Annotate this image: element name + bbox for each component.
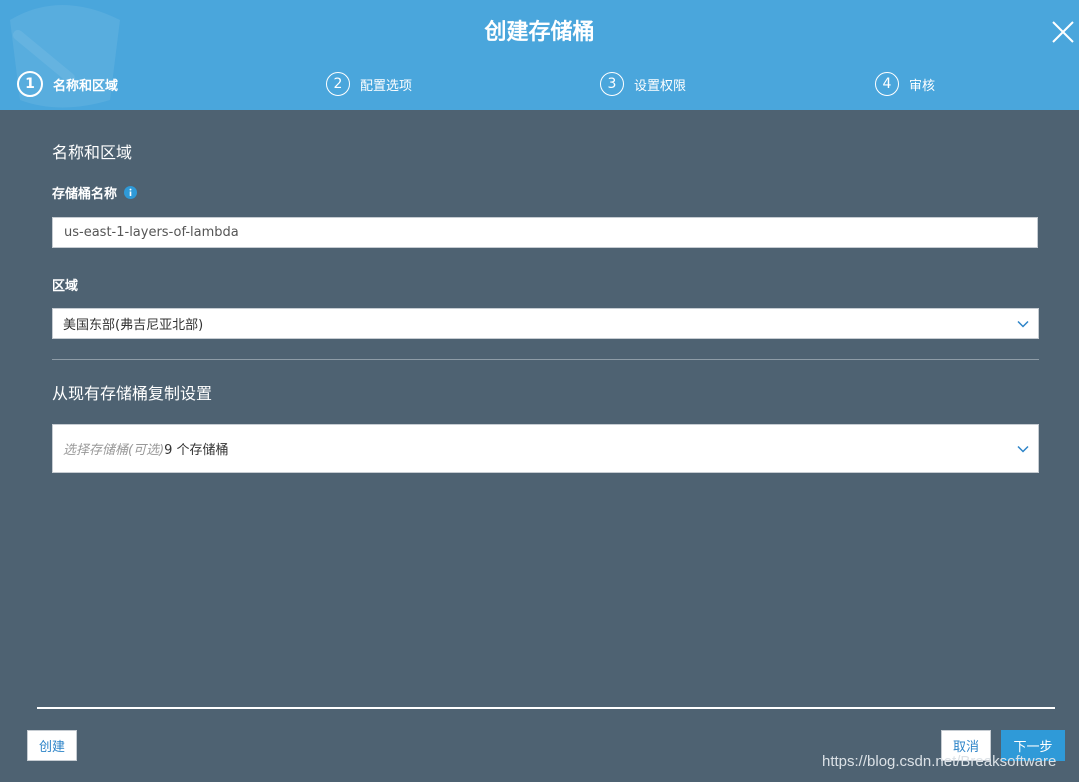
step-number: 3: [600, 72, 624, 96]
dialog-header: 创建存储桶 1 名称和区域 2 配置选项 3 设置权限 4 审核: [0, 0, 1079, 110]
chevron-down-icon: [1017, 445, 1029, 453]
step-label: 名称和区域: [53, 78, 119, 94]
step-configure-options[interactable]: 2 配置选项: [326, 70, 412, 98]
watermark-text: https://blog.csdn.net/Breaksoftware: [822, 753, 1057, 770]
region-label: 区域: [52, 279, 79, 294]
bucket-name-label: 存储桶名称: [52, 187, 118, 202]
close-icon[interactable]: [1051, 20, 1075, 44]
copy-bucket-placeholder: 选择存储桶(可选): [63, 443, 165, 458]
section-title-copy-settings: 从现有存储桶复制设置: [52, 384, 213, 403]
footer-divider: [37, 707, 1055, 709]
step-review[interactable]: 4 审核: [875, 70, 935, 98]
step-set-permissions[interactable]: 3 设置权限: [600, 70, 686, 98]
section-divider: [52, 359, 1039, 360]
step-number: 1: [17, 71, 43, 97]
bucket-name-input[interactable]: [52, 217, 1038, 248]
region-selected-value: 美国东部(弗吉尼亚北部): [63, 318, 204, 333]
info-icon[interactable]: [124, 186, 138, 199]
step-label: 审核: [909, 78, 936, 94]
bucket-count: 9 个存储桶: [164, 443, 229, 458]
section-title-name-region: 名称和区域: [52, 143, 133, 162]
step-label: 设置权限: [634, 78, 687, 94]
step-number: 4: [875, 72, 899, 96]
step-number: 2: [326, 72, 350, 96]
step-name-region[interactable]: 1 名称和区域: [17, 70, 118, 98]
bucket-name-label-row: 存储桶名称: [52, 183, 138, 202]
region-select[interactable]: 美国东部(弗吉尼亚北部): [52, 308, 1039, 339]
copy-bucket-select[interactable]: 选择存储桶(可选) 9 个存储桶: [52, 424, 1039, 473]
create-button[interactable]: 创建: [27, 730, 77, 761]
dialog-title: 创建存储桶: [484, 20, 595, 45]
step-label: 配置选项: [360, 78, 413, 94]
chevron-down-icon: [1017, 320, 1029, 328]
